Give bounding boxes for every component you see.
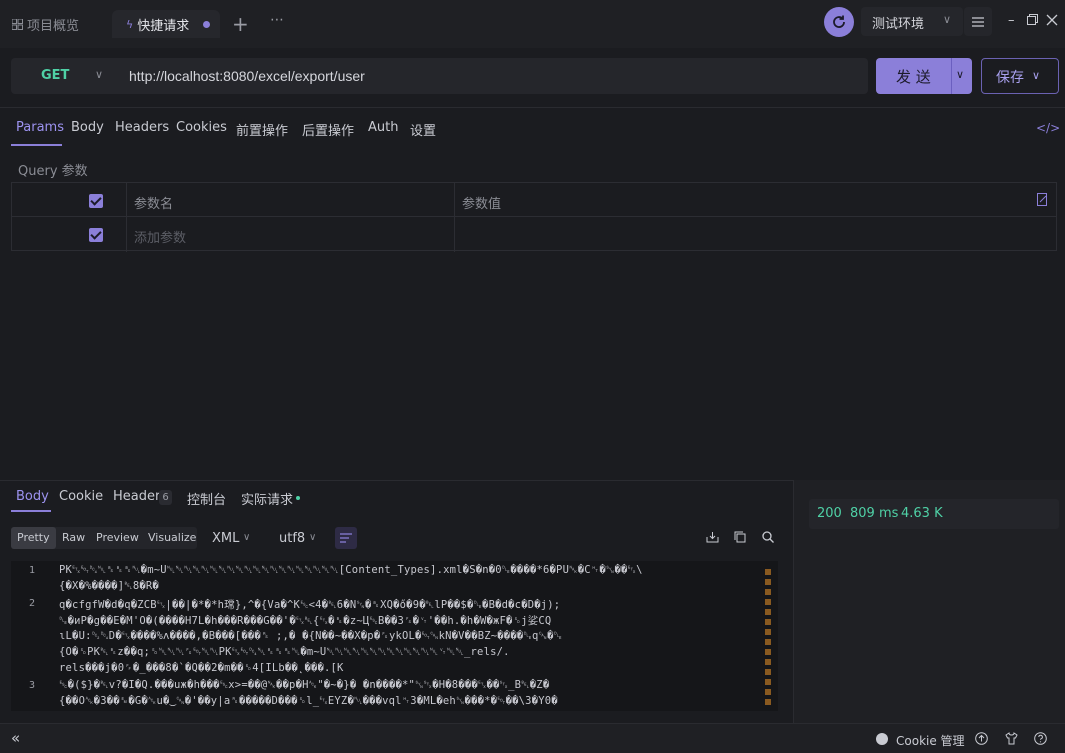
- code-line: {��O␆�3��␙�G�␆u�‿␘�'��y|a␞�����D���␎l_␃E…: [59, 695, 558, 707]
- tab-project-overview[interactable]: 项目概览: [12, 10, 79, 38]
- status-dot: [296, 496, 300, 500]
- query-params-label: Query 参数: [18, 164, 88, 179]
- tab-settings[interactable]: 设置: [410, 120, 436, 139]
- tab-headers[interactable]: Headers: [115, 120, 169, 135]
- restore-icon[interactable]: [1027, 14, 1038, 25]
- code-line: ␛�($}�␇v?�I�Q.���uж�h���␛x>=��@␕��p�H␆"�…: [59, 679, 550, 691]
- code-line: PK␃␄␔␀␈␈␈␀�m~U␀␀␀␀␀␀␀␀␀␀␀␀␀␀␀␀␀␀␀␀[Conte…: [59, 564, 643, 576]
- save-label: 保存: [996, 70, 1024, 86]
- close-icon[interactable]: [1046, 14, 1058, 26]
- line-number: 3: [29, 680, 36, 691]
- help-icon[interactable]: [1034, 732, 1047, 745]
- environment-label: 测试环境: [872, 17, 925, 32]
- top-tab-bar: 项目概览 ϟ 快捷请求 + ⋯ 测试环境 ∨ –: [0, 0, 1065, 48]
- more-icon[interactable]: ⋯: [270, 12, 284, 28]
- cookie-icon: [876, 733, 888, 745]
- response-size: 4.63 K: [901, 506, 943, 521]
- tab-label: 快捷请求: [137, 18, 190, 34]
- tab-label: 项目概览: [27, 18, 80, 34]
- environment-select[interactable]: 测试环境 ∨: [861, 7, 963, 36]
- column-header-value: 参数值: [462, 197, 502, 212]
- code-line: {�X�%����]␇8�R�: [59, 580, 159, 592]
- cookie-manager-link[interactable]: Cookie 管理: [896, 732, 965, 749]
- params-table: 参数名 参数值 添加参数: [11, 182, 1057, 252]
- format-preview[interactable]: Preview: [90, 527, 145, 549]
- copy-icon[interactable]: [734, 531, 746, 543]
- column-header-name: 参数名: [134, 197, 174, 212]
- search-icon[interactable]: [762, 531, 774, 543]
- send-button[interactable]: 发 送 ∨: [876, 58, 972, 94]
- response-status-bar: 200 809 ms 4.63 K: [809, 499, 1059, 529]
- table-header-row: 参数名 参数值: [12, 183, 1056, 217]
- tab-actual-request[interactable]: 实际请求: [241, 489, 293, 508]
- tab-response-cookie[interactable]: Cookie: [59, 489, 103, 504]
- status-code: 200: [817, 506, 842, 521]
- grid-icon: [12, 18, 23, 30]
- tab-response-body[interactable]: Body: [16, 489, 49, 504]
- tab-post-processors[interactable]: 后置操作: [302, 120, 354, 139]
- bulk-edit-icon[interactable]: [1037, 193, 1049, 206]
- tab-cookies[interactable]: Cookies: [176, 120, 227, 135]
- add-param-input[interactable]: 添加参数: [134, 227, 186, 246]
- response-time: 809 ms: [850, 506, 899, 521]
- format-visualize[interactable]: Visualize: [142, 527, 202, 549]
- request-bar: GET ∨ http://localhost:8080/excel/export…: [0, 48, 1065, 108]
- tab-quick-request[interactable]: ϟ 快捷请求: [112, 10, 220, 38]
- sync-icon[interactable]: [824, 7, 854, 37]
- response-body-viewer[interactable]: 1 PK␃␄␔␀␈␈␈␀�m~U␀␀␀␀␀␀␀␀␀␀␀␀␀␀␀␀␀␀␀␀[Con…: [11, 561, 778, 711]
- chevron-down-icon: ∨: [309, 532, 317, 543]
- code-line: rels���j�0␌�_���8�`�Q��2�m��␎4[ILb��˛���…: [59, 662, 344, 674]
- line-number: 2: [29, 598, 36, 609]
- tab-response-header[interactable]: Header: [113, 489, 160, 504]
- tab-pre-processors[interactable]: 前置操作: [236, 120, 288, 139]
- status-bar: « Cookie 管理: [0, 723, 1065, 753]
- chevron-down-icon: ∨: [243, 532, 251, 543]
- lightning-icon: ϟ: [126, 17, 134, 31]
- chevron-down-icon: ∨: [1032, 69, 1041, 82]
- tab-auth[interactable]: Auth: [368, 120, 398, 135]
- code-icon[interactable]: </>: [1036, 121, 1060, 135]
- code-line: q�cfgfW�d�q�ZCB␃|��|�*�*h瑺},^�{Va�^K␛<4�…: [59, 599, 561, 611]
- tab-params[interactable]: Params: [16, 120, 64, 135]
- shirt-icon[interactable]: [1005, 732, 1018, 745]
- chevron-down-icon[interactable]: ∨: [956, 68, 964, 81]
- minimap-scrollbar[interactable]: [765, 569, 771, 705]
- line-number: 1: [29, 565, 36, 576]
- select-all-checkbox[interactable]: [89, 194, 103, 208]
- code-line: ɩL�U:␒␔D�␃����%ʌ����,�B���[���␞ ;,� �{N�…: [59, 630, 563, 642]
- request-tabs: Params Body Headers Cookies 前置操作 后置操作 Au…: [0, 110, 1065, 148]
- format-raw[interactable]: Raw: [56, 527, 91, 549]
- chevron-down-icon: ∨: [943, 13, 952, 26]
- tab-body[interactable]: Body: [71, 120, 104, 135]
- environment-menu-icon[interactable]: [964, 7, 992, 36]
- url-input[interactable]: http://localhost:8080/excel/export/user: [129, 58, 365, 94]
- response-meta-panel: 200 809 ms 4.63 K: [793, 480, 1065, 723]
- url-input-group: GET ∨ http://localhost:8080/excel/export…: [11, 58, 868, 94]
- response-panel: Body Cookie Header 6 控制台 实际请求 Pretty Raw…: [0, 480, 793, 723]
- active-tab-indicator: [11, 144, 62, 146]
- content-type-select[interactable]: XML: [212, 531, 239, 546]
- wrap-lines-icon[interactable]: [335, 527, 357, 549]
- tab-console[interactable]: 控制台: [187, 489, 226, 508]
- active-tab-indicator: [11, 510, 51, 512]
- unsaved-dot: [203, 21, 210, 28]
- table-row: 添加参数: [12, 218, 1056, 252]
- format-pretty[interactable]: Pretty: [11, 527, 56, 549]
- encoding-select[interactable]: utf8: [279, 531, 305, 546]
- send-label: 发 送: [896, 68, 931, 86]
- collapse-sidebar-icon[interactable]: «: [11, 729, 20, 747]
- method-select[interactable]: GET: [41, 58, 69, 94]
- code-line: ␐�иP�g��E�M'O�(����H7L�h���R���G��'�␃␇{␃…: [59, 615, 552, 627]
- add-tab-icon[interactable]: +: [232, 14, 249, 34]
- download-icon[interactable]: [706, 531, 719, 543]
- code-line: {O�␎PK␇␈z��q;␎␀␀␀␜␄␀␀PK␃␄␔␀␈␈␈␀�m~U␀␀␀␀␀…: [59, 646, 510, 658]
- divider: [951, 58, 952, 94]
- upload-icon[interactable]: [975, 732, 988, 745]
- minimize-icon[interactable]: –: [1008, 13, 1015, 28]
- row-checkbox[interactable]: [89, 228, 103, 242]
- save-button[interactable]: 保存 ∨: [981, 58, 1059, 94]
- chevron-down-icon: ∨: [95, 68, 104, 81]
- header-count-badge: 6: [159, 490, 172, 505]
